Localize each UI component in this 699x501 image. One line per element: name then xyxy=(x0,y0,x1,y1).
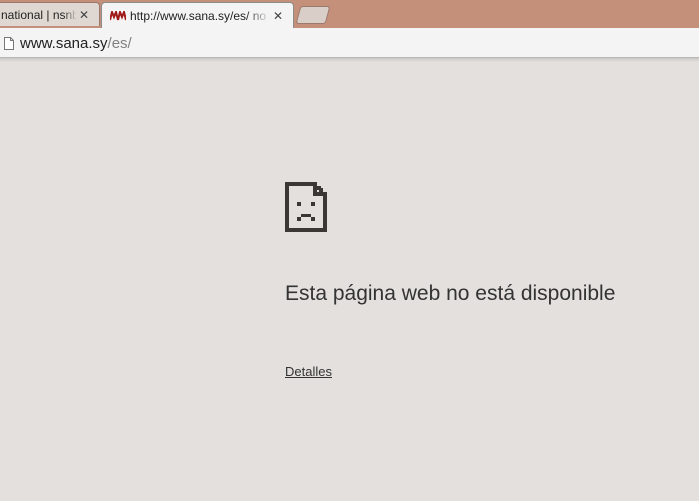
error-title: Esta página web no está disponible xyxy=(285,282,616,305)
tab-title: national | nsnbc xyxy=(1,7,77,22)
tab-strip: national | nsnbc ✕ http://www.sana.sy/es… xyxy=(0,0,699,28)
url-path: /es/ xyxy=(107,34,132,52)
address-bar[interactable]: www.sana.sy/es/ xyxy=(0,30,699,56)
sana-favicon-icon xyxy=(110,10,126,21)
page-icon xyxy=(4,36,14,50)
tab-sana[interactable]: http://www.sana.sy/es/ no disponible ✕ xyxy=(101,2,294,28)
details-link[interactable]: Detalles xyxy=(285,364,332,379)
error-page: Esta página web no está disponible Detal… xyxy=(0,62,699,501)
url-text[interactable]: www.sana.sy/es/ xyxy=(20,35,132,52)
tab-title: http://www.sana.sy/es/ no disponible xyxy=(130,8,271,23)
url-domain: www.sana.sy xyxy=(20,34,108,52)
new-tab-button[interactable] xyxy=(295,6,331,24)
close-tab-icon[interactable]: ✕ xyxy=(271,9,285,23)
close-tab-icon[interactable]: ✕ xyxy=(77,8,91,22)
sad-document-icon xyxy=(285,182,327,232)
tab-nsnbc[interactable]: national | nsnbc ✕ xyxy=(0,2,100,26)
toolbar: www.sana.sy/es/ xyxy=(0,28,699,58)
